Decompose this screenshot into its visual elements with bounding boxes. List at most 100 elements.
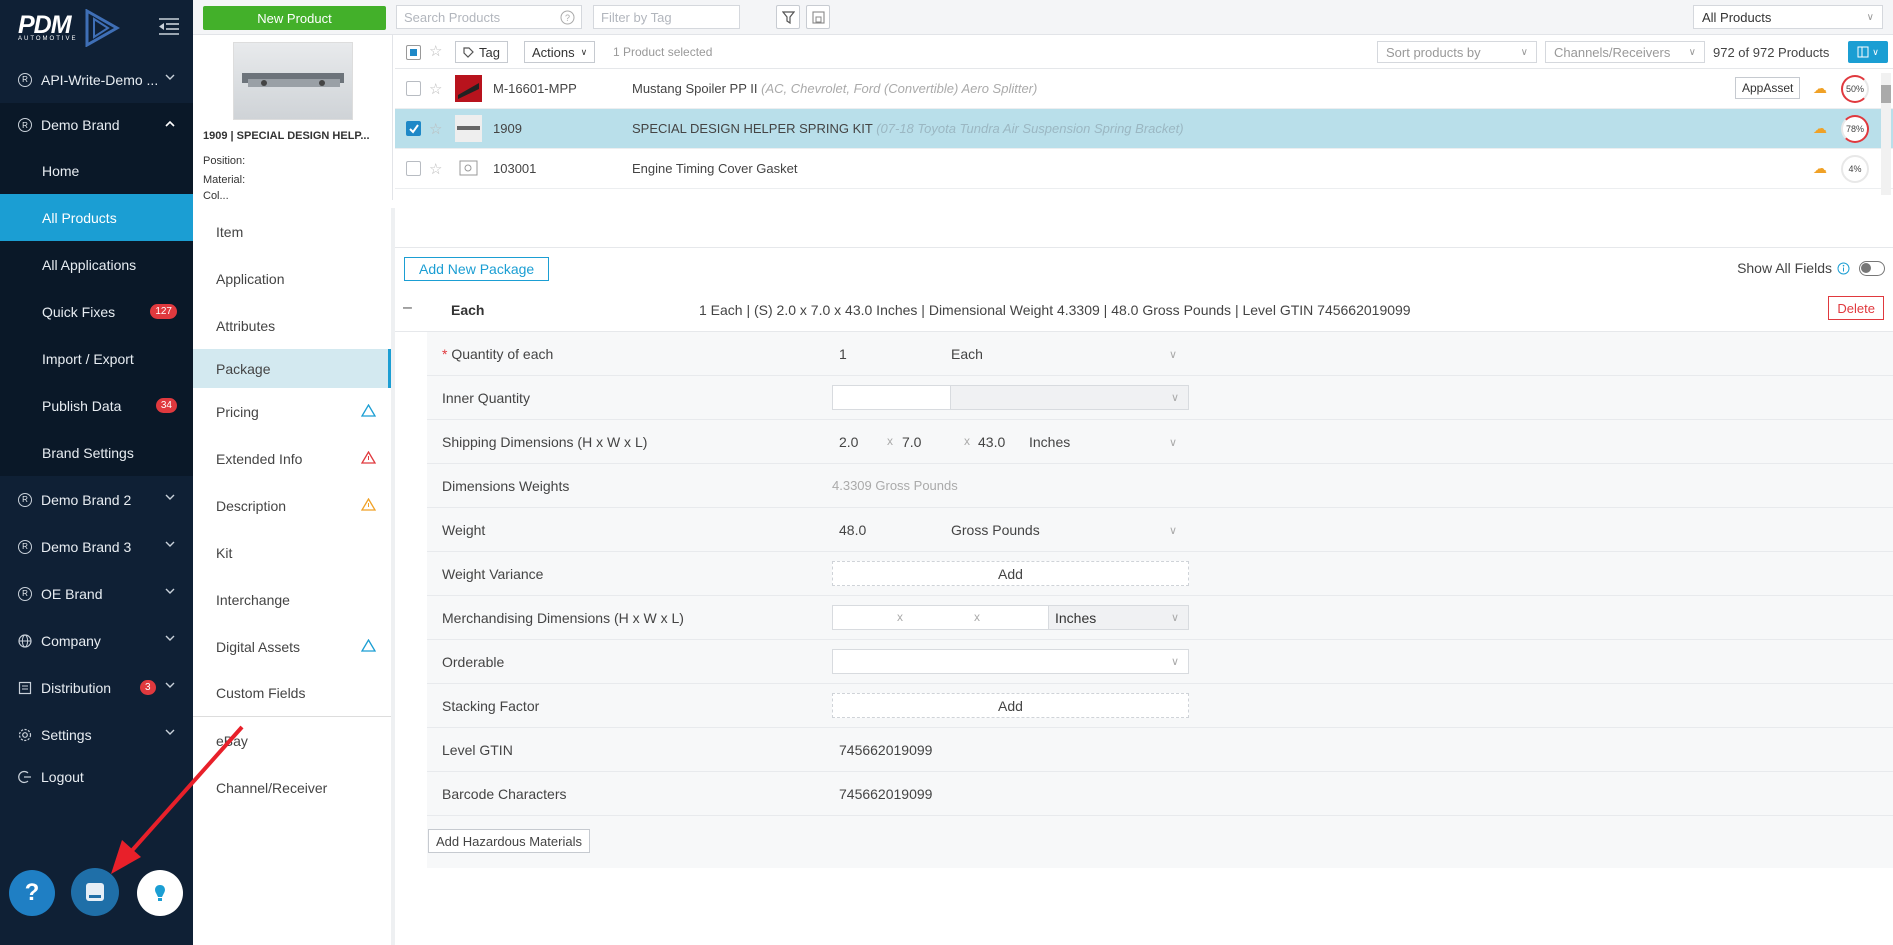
product-row-selected[interactable]: ☆ 1909 SPECIAL DESIGN HELPER SPRING KIT … [395,109,1893,149]
top-toolbar: New Product ? All Products∨ [193,0,1893,35]
sort-select[interactable]: Sort products by ∨ [1377,41,1537,63]
tab-channel-receiver[interactable]: Channel/Receiver [193,764,391,811]
sidebar-item-api-write-demo[interactable]: R API-Write-Demo ... [0,56,193,103]
level-gtin-value[interactable]: 745662019099 [839,742,932,758]
inner-quantity-input[interactable] [832,385,951,410]
merchandising-unit-select[interactable]: Inches ∨ [1048,605,1189,630]
shipping-unit[interactable]: Inches [1029,434,1070,450]
tab-custom-fields[interactable]: Custom Fields [193,670,391,717]
add-hazardous-materials-button[interactable]: Add Hazardous Materials [428,829,590,853]
chat-button[interactable] [71,868,119,916]
info-icon[interactable] [1837,262,1850,275]
sidebar-item-all-products[interactable]: All Products [0,194,193,241]
registered-icon: R [18,586,32,601]
filter-button[interactable] [776,5,800,29]
quantity-value[interactable]: 1 [839,346,847,362]
sidebar-item-quick-fixes[interactable]: Quick Fixes 127 [0,288,193,335]
sidebar-item-demo-brand[interactable]: R Demo Brand [0,103,193,147]
star-icon[interactable]: ☆ [429,80,442,98]
tag-icon [463,46,474,58]
shipping-height[interactable]: 2.0 [839,434,858,450]
show-all-toggle[interactable] [1859,260,1885,276]
tab-ebay[interactable]: eBay [193,717,391,764]
star-icon[interactable]: ☆ [429,160,442,178]
star-icon[interactable]: ☆ [429,120,442,138]
tag-button[interactable]: Tag [455,41,508,63]
help-circle-icon[interactable]: ? [560,10,575,25]
menu-collapse-icon[interactable] [158,17,180,35]
merchandising-dimensions-input[interactable]: x x [832,605,1049,630]
columns-menu-button[interactable]: ∨ [1848,41,1888,63]
package-header[interactable]: – Each 1 Each | (S) 2.0 x 7.0 x 43.0 Inc… [395,289,1893,332]
stacking-factor-add[interactable]: Add [832,693,1189,718]
weight-variance-add[interactable]: Add [832,561,1189,586]
select-all-checkbox[interactable] [406,45,421,60]
material-label: Material: [203,174,246,186]
cloud-icon: ☁ [1813,120,1827,136]
list-header: ☆ Tag Actions ∨ 1 Product selected Sort p… [395,35,1893,69]
tab-package[interactable]: Package [193,349,391,388]
chevron-down-icon [165,494,175,500]
tab-description[interactable]: Description [193,482,391,529]
inner-quantity-unit-select[interactable]: ∨ [950,385,1189,410]
sidebar-item-brand-settings[interactable]: Brand Settings [0,429,193,476]
sidebar-item-publish-data[interactable]: Publish Data 34 [0,382,193,429]
sidebar-item-oe-brand[interactable]: R OE Brand [0,570,193,617]
shipping-width[interactable]: 7.0 [902,434,921,450]
position-label: Position: [203,155,246,167]
new-product-button[interactable]: New Product [203,6,386,30]
row-checkbox[interactable] [406,161,421,176]
shipping-length[interactable]: 43.0 [978,434,1005,450]
channels-select[interactable]: Channels/Receivers ∨ [1545,41,1705,63]
tab-application[interactable]: Application [193,255,391,302]
sidebar-item-demo-brand-3[interactable]: R Demo Brand 3 [0,523,193,570]
sidebar-item-company[interactable]: Company [0,617,193,664]
row-checkbox[interactable] [406,81,421,96]
sidebar-item-import-export[interactable]: Import / Export [0,335,193,382]
delete-package-button[interactable]: Delete [1828,296,1884,320]
chevron-down-icon: ∨ [1169,349,1178,361]
package-summary: 1 Each | (S) 2.0 x 7.0 x 43.0 Inches | D… [699,302,1411,318]
tab-item[interactable]: Item [193,208,391,255]
weight-unit[interactable]: Gross Pounds [951,522,1040,538]
star-icon[interactable]: ☆ [429,42,442,60]
help-button[interactable]: ? [9,870,55,916]
row-checkbox[interactable] [406,121,421,136]
tab-digital-assets[interactable]: Digital Assets [193,623,391,670]
sidebar-item-logout[interactable]: Logout [0,755,193,799]
detail-tabs: Item Application Attributes Package Pric… [193,208,391,945]
sidebar-item-settings[interactable]: Settings [0,711,193,758]
collapse-icon[interactable]: – [403,299,412,317]
sidebar-item-distribution[interactable]: Distribution 3 [0,664,193,711]
product-count: 972 of 972 Products [1713,45,1830,60]
sidebar-item-demo-brand-2[interactable]: R Demo Brand 2 [0,476,193,523]
warning-icon [361,451,376,464]
ideas-button[interactable] [137,870,183,916]
weight-value[interactable]: 48.0 [839,522,866,538]
tab-extended-info[interactable]: Extended Info [193,435,391,482]
chevron-down-icon [165,588,175,594]
tab-attributes[interactable]: Attributes [193,302,391,349]
tab-pricing[interactable]: Pricing [193,388,391,435]
add-package-button[interactable]: Add New Package [404,257,550,281]
save-filter-button[interactable] [806,5,830,29]
svg-text:?: ? [565,13,570,23]
quantity-unit[interactable]: Each [951,346,983,362]
tab-interchange[interactable]: Interchange [193,576,391,623]
product-list: ☆ Tag Actions ∨ 1 Product selected Sort p… [395,35,1893,200]
product-row[interactable]: ☆ M-16601-MPP Mustang Spoiler PP II (AC,… [395,69,1893,109]
search-input[interactable] [396,5,582,29]
product-row[interactable]: ☆ 103001 Engine Timing Cover Gasket ☁ 4% [395,149,1893,189]
brand-logo[interactable]: PDM AUTOMOTIVE [18,8,120,48]
lightbulb-icon [155,885,165,901]
list-scrollbar[interactable] [1881,73,1891,195]
barcode-value[interactable]: 745662019099 [839,786,932,802]
tag-filter-input[interactable] [593,5,740,29]
app-asset-badge[interactable]: AppAsset [1735,77,1801,99]
sidebar-item-all-applications[interactable]: All Applications [0,241,193,288]
tab-kit[interactable]: Kit [193,529,391,576]
sidebar-item-home[interactable]: Home [0,147,193,194]
actions-button[interactable]: Actions ∨ [524,41,596,63]
view-select[interactable]: All Products ∨ [1693,5,1883,29]
orderable-select[interactable]: ∨ [832,649,1189,674]
